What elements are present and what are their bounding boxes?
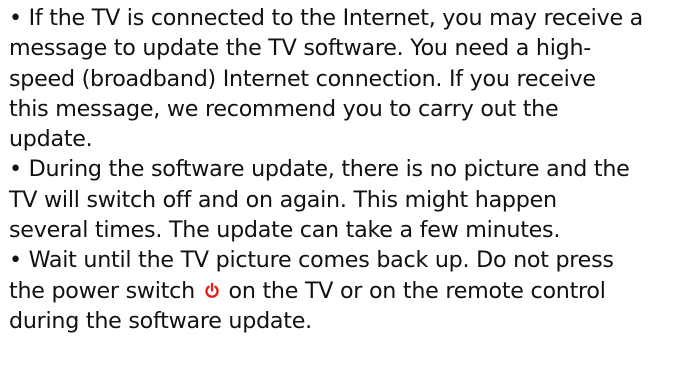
paragraph-wait: • Wait until the TV picture comes back u…	[9, 245, 687, 336]
power-icon	[203, 282, 221, 300]
paragraph-during-update: • During the software update, there is n…	[9, 156, 630, 244]
instruction-text-block: • If the TV is connected to the Internet…	[9, 3, 687, 336]
paragraph-internet-update: • If the TV is connected to the Internet…	[9, 5, 643, 153]
